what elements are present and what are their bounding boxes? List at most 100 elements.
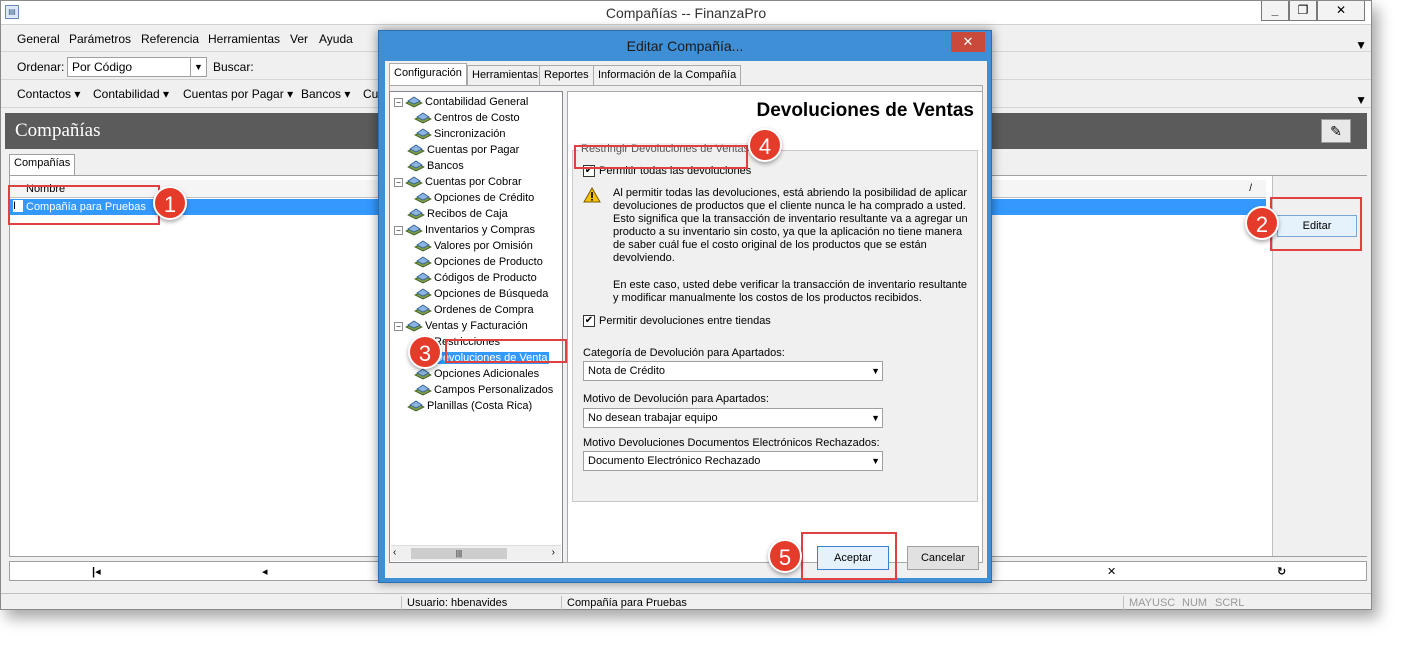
allow-store-returns-checkbox[interactable]: ✔ Permitir devoluciones entre tiendas	[583, 315, 771, 327]
book-icon	[407, 160, 425, 172]
restore-icon[interactable]: ❐	[1289, 1, 1317, 21]
collapse-icon[interactable]: −	[394, 321, 403, 331]
book-icon	[414, 192, 432, 204]
annotation-badge-1: 1	[153, 186, 187, 220]
book-icon	[414, 288, 432, 300]
warning-icon	[583, 187, 601, 203]
tree-item-label: Contabilidad General	[425, 96, 529, 108]
tab-companias[interactable]: Compañías	[9, 154, 76, 175]
warning-paragraph-2: En este caso, usted debe verificar la tr…	[613, 279, 968, 304]
module-more[interactable]: Cu	[363, 87, 378, 101]
tree-item-label: Opciones de Crédito	[434, 192, 535, 204]
tree-item[interactable]: Opciones de Crédito	[414, 190, 534, 206]
close-icon[interactable]: ✕	[951, 32, 985, 52]
chevron-down-icon[interactable]: ▼	[871, 366, 880, 376]
tree-item[interactable]: Bancos	[394, 158, 464, 174]
edit-company-dialog: Editar Compañía... ✕ Configuración Herra…	[378, 30, 992, 583]
motivo-doc-label: Motivo Devoluciones Documentos Electróni…	[583, 437, 880, 449]
chevron-down-icon[interactable]: ▼	[190, 58, 206, 76]
tree-item-label: Ordenes de Compra	[434, 304, 534, 316]
module-cuentas-pagar[interactable]: Cuentas por Pagar ▾	[183, 87, 293, 101]
refresh-icon[interactable]: ↻	[1277, 565, 1286, 578]
minimize-icon[interactable]: _	[1261, 1, 1289, 21]
tree-item[interactable]: − Contabilidad General	[394, 94, 528, 110]
module-contabilidad[interactable]: Contabilidad ▾	[93, 87, 169, 101]
book-icon	[405, 176, 423, 188]
motivo-select[interactable]: No desean trabajar equipo ▼	[583, 408, 883, 428]
motivo-doc-select[interactable]: Documento Electrónico Rechazado ▼	[583, 451, 883, 471]
tree-item-label: Opciones de Producto	[434, 256, 543, 268]
tab-informacion[interactable]: Información de la Compañía	[593, 65, 742, 85]
tree-item[interactable]: Opciones de Producto	[414, 254, 543, 270]
tree-item-label: Códigos de Producto	[434, 272, 537, 284]
horizontal-scrollbar[interactable]: ‹ ||| ›	[391, 545, 561, 561]
check-icon[interactable]: ✔	[583, 315, 595, 327]
book-icon	[414, 112, 432, 124]
tree-item[interactable]: − Cuentas por Cobrar	[394, 174, 522, 190]
tree-item[interactable]: Códigos de Producto	[414, 270, 537, 286]
book-icon	[414, 272, 432, 284]
tab-herramientas[interactable]: Herramientas	[467, 65, 544, 85]
panel-title: Compañías	[15, 120, 101, 141]
prev-record-icon[interactable]: ◂	[262, 565, 268, 578]
first-record-icon[interactable]: |◂	[92, 565, 101, 578]
module-bancos[interactable]: Bancos ▾	[301, 87, 350, 101]
tree-item[interactable]: Sincronización	[414, 126, 506, 142]
tree-item[interactable]: Centros de Costo	[414, 110, 520, 126]
book-icon	[405, 224, 423, 236]
tab-configuracion[interactable]: Configuración	[389, 63, 467, 85]
book-icon	[414, 128, 432, 140]
status-bar: Usuario: hbenavides Compañía para Prueba…	[1, 593, 1371, 611]
menu-referencia[interactable]: Referencia	[141, 32, 199, 46]
status-user: Usuario: hbenavides	[407, 597, 508, 609]
tree-item[interactable]: Recibos de Caja	[394, 206, 508, 222]
chevron-down-icon[interactable]: ▼	[1355, 93, 1367, 107]
tree-item-label: Centros de Costo	[434, 112, 520, 124]
sort-label: Ordenar:	[17, 60, 65, 74]
search-label: Buscar:	[213, 60, 254, 74]
cancel-button[interactable]: Cancelar	[907, 546, 979, 570]
sort-select-value: Por Código	[72, 60, 133, 74]
chevron-down-icon[interactable]: ▼	[1355, 38, 1367, 52]
tree-item[interactable]: − Inventarios y Compras	[394, 222, 535, 238]
chevron-down-icon[interactable]: ▼	[871, 456, 880, 466]
tree-item[interactable]: − Ventas y Facturación	[394, 318, 528, 334]
chevron-down-icon[interactable]: ▼	[871, 413, 880, 423]
motivo-select-value: No desean trabajar equipo	[588, 412, 718, 424]
warning-paragraph-1: Al permitir todas las devoluciones, está…	[613, 187, 968, 264]
category-select[interactable]: Nota de Crédito ▼	[583, 361, 883, 381]
tree-item[interactable]: Opciones de Búsqueda	[414, 286, 548, 302]
menu-herramientas[interactable]: Herramientas	[208, 32, 280, 46]
scroll-thumb[interactable]: |||	[411, 548, 507, 559]
collapse-icon[interactable]: −	[394, 225, 403, 235]
window-title: Compañías -- FinanzaPro	[605, 5, 767, 21]
tree-item[interactable]: Cuentas por Pagar	[394, 142, 519, 158]
tree-item-label: Campos Personalizados	[434, 384, 554, 396]
section-title: Devoluciones de Ventas	[756, 100, 974, 121]
menu-ayuda[interactable]: Ayuda	[319, 32, 353, 46]
menu-ver[interactable]: Ver	[290, 32, 308, 46]
tree-item[interactable]: Campos Personalizados	[414, 382, 553, 398]
delete-record-icon[interactable]: ✕	[1107, 565, 1116, 578]
sort-select[interactable]: Por Código ▼	[67, 57, 207, 77]
settings-tree[interactable]: Planillas (Costa Rica) Campos Personaliza…	[389, 91, 563, 563]
book-icon	[405, 96, 423, 108]
collapse-icon[interactable]: −	[394, 177, 403, 187]
module-contactos[interactable]: Contactos ▾	[17, 87, 80, 101]
scroll-right-icon[interactable]: ›	[552, 547, 555, 558]
collapse-icon[interactable]: −	[394, 97, 403, 107]
tree-item[interactable]: Opciones Adicionales	[414, 366, 539, 382]
highlight-accept-button	[801, 532, 897, 580]
tab-reportes[interactable]: Reportes	[539, 65, 594, 85]
status-company: Compañía para Pruebas	[567, 597, 687, 609]
scroll-left-icon[interactable]: ‹	[393, 547, 396, 558]
category-select-value: Nota de Crédito	[588, 365, 666, 377]
book-icon	[414, 384, 432, 396]
tree-item-label: Valores por Omisión	[434, 240, 533, 252]
menu-general[interactable]: General	[17, 32, 60, 46]
tree-item[interactable]: Valores por Omisión	[414, 238, 533, 254]
menu-parametros[interactable]: Parámetros	[69, 32, 131, 46]
close-icon[interactable]: ✕	[1317, 1, 1365, 21]
tree-item[interactable]: Planillas (Costa Rica)	[394, 398, 532, 414]
tree-item[interactable]: Ordenes de Compra	[414, 302, 534, 318]
